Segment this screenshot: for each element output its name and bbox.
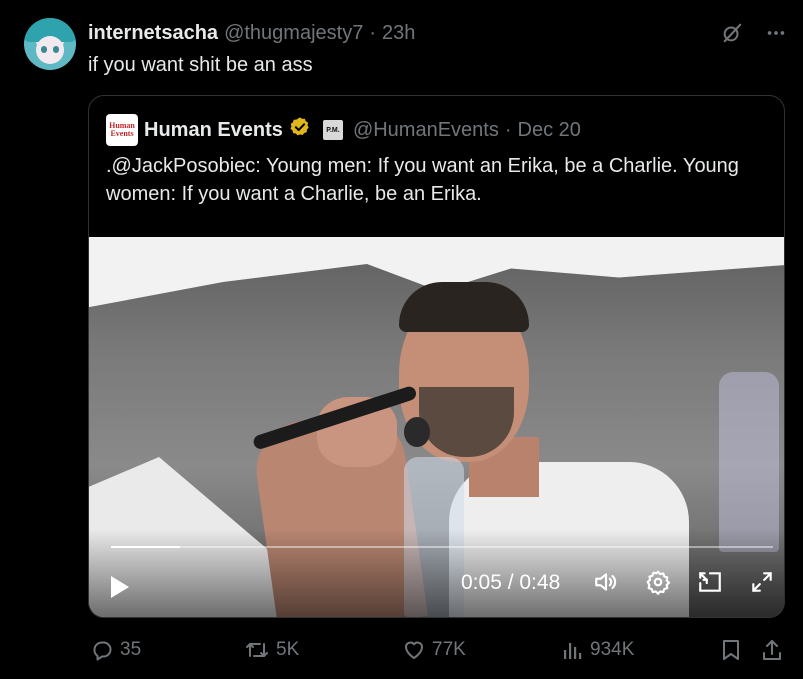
- avatar-eye-right: [53, 46, 59, 53]
- repost-icon: [244, 638, 270, 662]
- share-icon[interactable]: [761, 636, 783, 664]
- grok-icon[interactable]: [721, 22, 743, 44]
- repost-count: 5K: [276, 639, 300, 660]
- settings-icon[interactable]: [645, 569, 671, 595]
- play-icon[interactable]: [109, 575, 131, 604]
- quoted-post-text: .@JackPosobiec: Young men: If you want a…: [106, 155, 739, 205]
- views-chart-icon: [562, 638, 584, 662]
- quoted-handle[interactable]: @HumanEvents: [353, 119, 499, 142]
- video-time-readout: 0:05 / 0:48: [461, 571, 561, 594]
- quoted-post-header: Human Events Human Events P.M. @HumanEve…: [106, 114, 581, 146]
- quoted-display-name[interactable]: Human Events: [144, 119, 283, 142]
- like-count: 77K: [432, 639, 466, 660]
- display-name[interactable]: internetsacha: [88, 22, 218, 45]
- microphone-head: [404, 417, 430, 447]
- like-button[interactable]: 77K: [402, 636, 466, 664]
- speaker-hair: [399, 282, 529, 332]
- water-bottle-right: [719, 372, 779, 552]
- heart-icon: [402, 638, 426, 662]
- post-text: if you want shit be an ass: [88, 54, 313, 76]
- affiliate-badge: P.M.: [322, 120, 343, 140]
- verified-badge-icon: [289, 116, 311, 144]
- views-button[interactable]: 934K: [562, 636, 634, 664]
- avatar-eye-left: [41, 46, 47, 53]
- reply-button[interactable]: 35: [90, 636, 141, 664]
- reply-count: 35: [120, 639, 142, 660]
- picture-in-picture-icon[interactable]: [697, 569, 723, 595]
- bookmark-icon[interactable]: [721, 636, 741, 664]
- post-time[interactable]: 23h: [382, 22, 415, 45]
- logo-line2: Events: [110, 129, 134, 138]
- avatar[interactable]: [24, 18, 76, 70]
- quoted-post[interactable]: Human Events Human Events P.M. @HumanEve…: [88, 95, 785, 618]
- video-progress-fill: [111, 546, 180, 548]
- post-action-bar: 35 5K 77K 934K: [88, 636, 788, 664]
- user-handle[interactable]: @thugmajesty7: [224, 22, 363, 45]
- fullscreen-icon[interactable]: [749, 569, 775, 595]
- volume-icon[interactable]: [593, 569, 619, 595]
- post-header: internetsacha @thugmajesty7 · 23h: [88, 20, 415, 46]
- human-events-logo[interactable]: Human Events: [106, 114, 138, 146]
- repost-button[interactable]: 5K: [244, 636, 299, 664]
- video-progress-bar[interactable]: [111, 546, 773, 548]
- separator: ·: [369, 21, 376, 44]
- separator: ·: [504, 118, 512, 141]
- post-top-actions: [721, 22, 787, 44]
- views-count: 934K: [590, 639, 635, 660]
- more-options-icon[interactable]: [765, 22, 787, 44]
- video-player[interactable]: 0:05 / 0:48: [89, 237, 784, 617]
- quoted-date[interactable]: Dec 20: [518, 119, 581, 142]
- video-controls: [593, 569, 775, 595]
- reply-icon: [90, 638, 114, 662]
